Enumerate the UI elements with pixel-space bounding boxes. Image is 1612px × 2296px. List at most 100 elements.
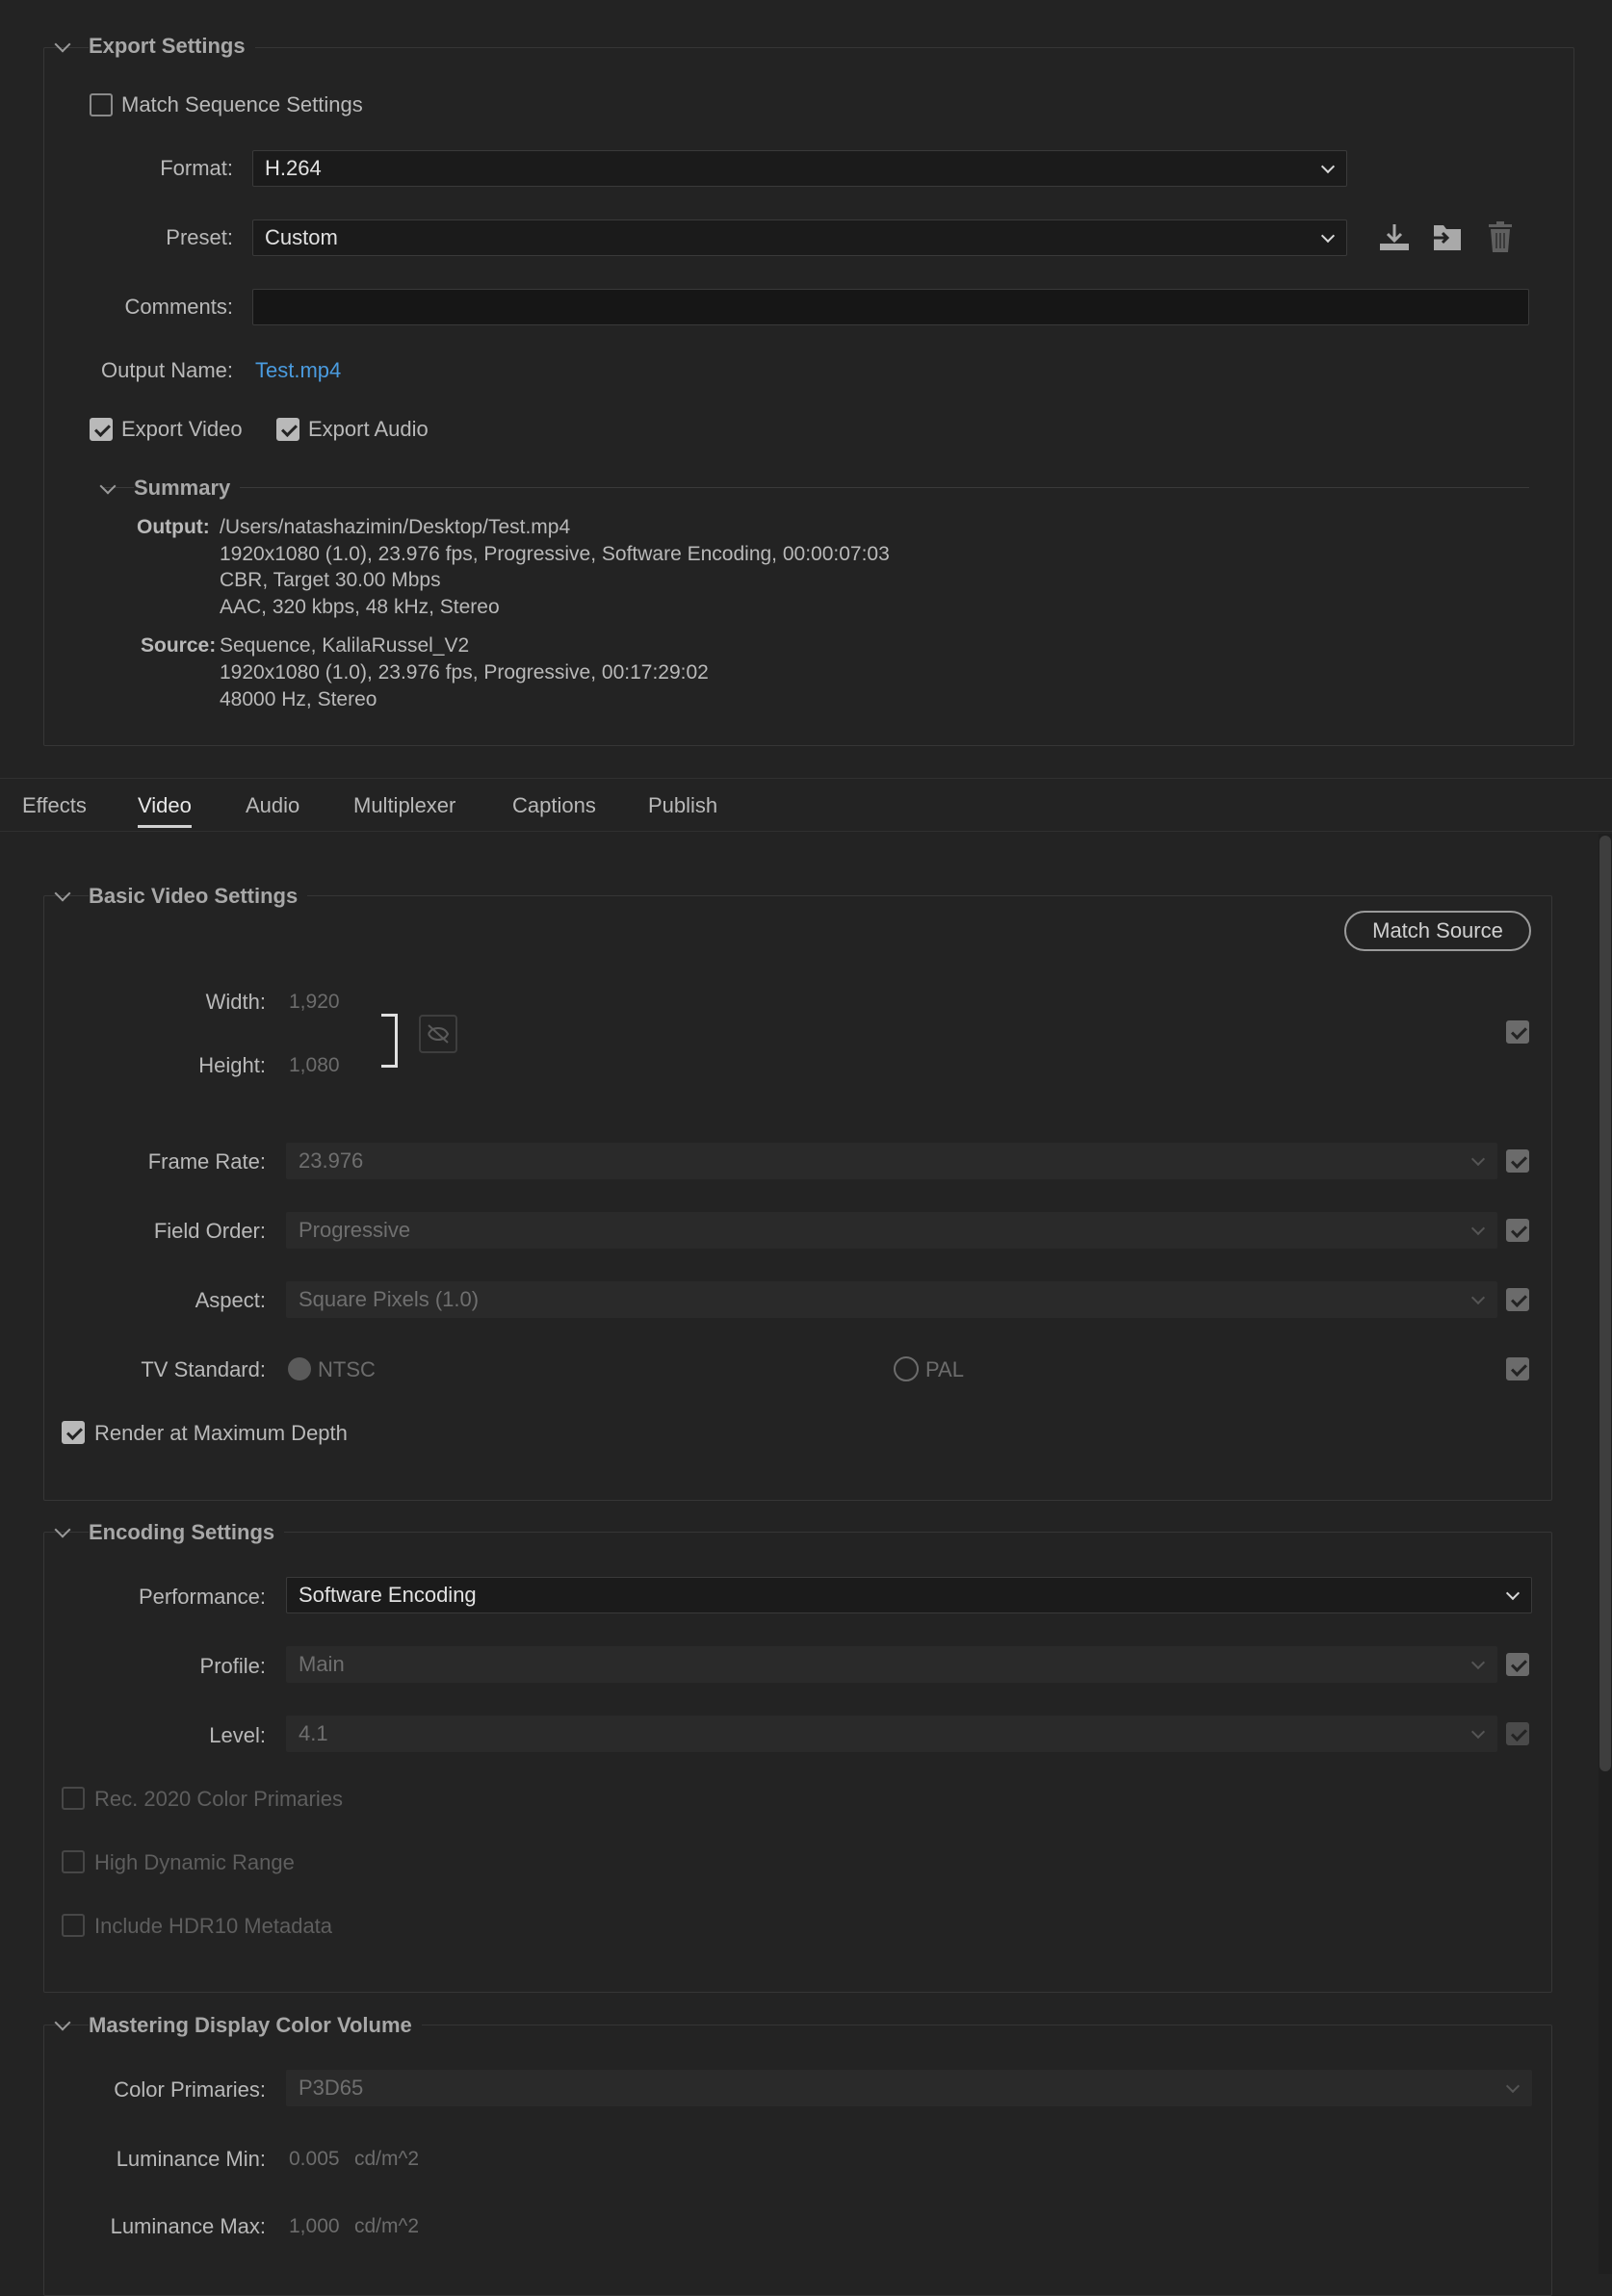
width-label: Width: [205, 990, 266, 1014]
export-video-checkbox[interactable] [90, 418, 113, 441]
chevron-down-icon [1470, 1724, 1486, 1740]
profile-value: Main [299, 1652, 345, 1676]
summary-output-line: AAC, 320 kbps, 48 kHz, Stereo [220, 596, 500, 618]
rec2020-label: Rec. 2020 Color Primaries [94, 1787, 343, 1811]
hdr-label: High Dynamic Range [94, 1850, 295, 1874]
summary-output-line: 1920x1080 (1.0), 23.976 fps, Progressive… [220, 543, 890, 565]
pal-radio[interactable] [894, 1356, 919, 1381]
basic-video-title: Basic Video Settings [89, 884, 308, 909]
preset-dropdown[interactable]: Custom [252, 219, 1347, 256]
frame-rate-dropdown[interactable]: 23.976 [286, 1143, 1497, 1179]
chevron-down-icon [1505, 1586, 1521, 1601]
profile-label: Profile: [199, 1654, 266, 1678]
match-source-button[interactable]: Match Source [1344, 911, 1531, 951]
summary-source-line: Sequence, KalilaRussel_V2 [220, 634, 470, 657]
luminance-min-label: Luminance Min: [116, 2147, 266, 2171]
width-value[interactable]: 1,920 [289, 991, 340, 1014]
scrollbar-thumb[interactable] [1599, 836, 1611, 1771]
hdr-checkbox[interactable] [62, 1850, 85, 1873]
basic-video-panel [43, 895, 1552, 1501]
save-preset-icon[interactable] [1377, 221, 1412, 254]
output-name-link[interactable]: Test.mp4 [255, 358, 341, 383]
preset-value: Custom [265, 225, 338, 249]
import-preset-icon[interactable] [1430, 221, 1465, 254]
frame-rate-override-checkbox[interactable] [1506, 1149, 1529, 1173]
format-dropdown[interactable]: H.264 [252, 150, 1347, 187]
hdr10-label: Include HDR10 Metadata [94, 1914, 333, 1938]
chevron-down-icon [1505, 2078, 1521, 2094]
color-primaries-label: Color Primaries: [114, 2077, 266, 2102]
height-label: Height: [198, 1053, 266, 1077]
tab-publish[interactable]: Publish [648, 793, 717, 818]
luminance-max-label: Luminance Max: [110, 2214, 266, 2238]
summary-source-label: Source: [141, 634, 217, 657]
output-name-label: Output Name: [101, 358, 233, 382]
export-audio-checkbox[interactable] [276, 418, 299, 441]
field-order-value: Progressive [299, 1218, 411, 1242]
format-value: H.264 [265, 156, 322, 180]
level-label: Level: [209, 1723, 266, 1747]
match-sequence-checkbox[interactable] [90, 93, 113, 116]
frame-rate-value: 23.976 [299, 1148, 364, 1173]
tab-video[interactable]: Video [138, 793, 192, 828]
level-override-checkbox[interactable] [1506, 1722, 1529, 1745]
tab-captions[interactable]: Captions [512, 793, 596, 818]
delete-preset-icon[interactable] [1483, 219, 1518, 254]
tab-bar-top-border [0, 778, 1612, 779]
chevron-down-icon [1470, 1655, 1486, 1670]
tv-standard-label: TV Standard: [141, 1357, 266, 1381]
chevron-down-icon [1470, 1151, 1486, 1167]
performance-dropdown[interactable]: Software Encoding [286, 1577, 1532, 1613]
summary-source-line: 1920x1080 (1.0), 23.976 fps, Progressive… [220, 661, 709, 684]
tab-multiplexer[interactable]: Multiplexer [353, 793, 455, 818]
level-dropdown[interactable]: 4.1 [286, 1716, 1497, 1752]
chevron-down-icon [1470, 1290, 1486, 1305]
format-label: Format: [160, 156, 233, 180]
mastering-title: Mastering Display Color Volume [89, 2013, 422, 2038]
ntsc-label: NTSC [318, 1357, 376, 1381]
pal-label: PAL [925, 1357, 964, 1381]
comments-input[interactable] [252, 289, 1529, 325]
luminance-min-unit: cd/m^2 [354, 2148, 420, 2170]
summary-divider [101, 487, 1529, 488]
summary-output-label: Output: [137, 516, 210, 538]
export-audio-label: Export Audio [308, 417, 429, 441]
luminance-max-value[interactable]: 1,000 [289, 2215, 340, 2238]
mastering-panel [43, 2025, 1552, 2296]
chevron-down-icon [1320, 159, 1336, 174]
color-primaries-value: P3D65 [299, 2076, 364, 2100]
summary-title: Summary [134, 476, 241, 501]
aspect-dropdown[interactable]: Square Pixels (1.0) [286, 1281, 1497, 1318]
tab-effects[interactable]: Effects [22, 793, 87, 818]
luminance-min-value[interactable]: 0.005 [289, 2148, 340, 2171]
link-off-icon[interactable] [419, 1015, 457, 1053]
tv-standard-override-checkbox[interactable] [1506, 1357, 1529, 1380]
profile-dropdown[interactable]: Main [286, 1646, 1497, 1683]
summary-output-line: /Users/natashazimin/Desktop/Test.mp4 [220, 516, 571, 538]
summary-output-line: CBR, Target 30.00 Mbps [220, 569, 441, 591]
aspect-label: Aspect: [195, 1288, 266, 1312]
tab-bar-bottom-border [0, 831, 1612, 832]
color-primaries-dropdown[interactable]: P3D65 [286, 2070, 1532, 2106]
field-order-dropdown[interactable]: Progressive [286, 1212, 1497, 1249]
performance-label: Performance: [138, 1585, 266, 1609]
field-order-override-checkbox[interactable] [1506, 1219, 1529, 1242]
frame-rate-label: Frame Rate: [147, 1149, 266, 1174]
profile-override-checkbox[interactable] [1506, 1653, 1529, 1676]
aspect-override-checkbox[interactable] [1506, 1288, 1529, 1311]
hdr10-checkbox[interactable] [62, 1914, 85, 1937]
summary-source-line: 48000 Hz, Stereo [220, 688, 377, 710]
ntsc-radio[interactable] [288, 1357, 311, 1380]
dimension-link-bracket [381, 1014, 398, 1068]
comments-label: Comments: [124, 295, 233, 319]
height-value[interactable]: 1,080 [289, 1054, 340, 1077]
rec2020-checkbox[interactable] [62, 1787, 85, 1810]
tab-audio[interactable]: Audio [246, 793, 299, 818]
aspect-value: Square Pixels (1.0) [299, 1287, 480, 1311]
chevron-down-icon [1320, 228, 1336, 244]
export-settings-title: Export Settings [89, 34, 255, 59]
export-video-label: Export Video [121, 417, 243, 441]
resize-override-checkbox[interactable] [1506, 1020, 1529, 1044]
render-max-depth-checkbox[interactable] [62, 1421, 85, 1444]
render-max-depth-label: Render at Maximum Depth [94, 1421, 348, 1445]
